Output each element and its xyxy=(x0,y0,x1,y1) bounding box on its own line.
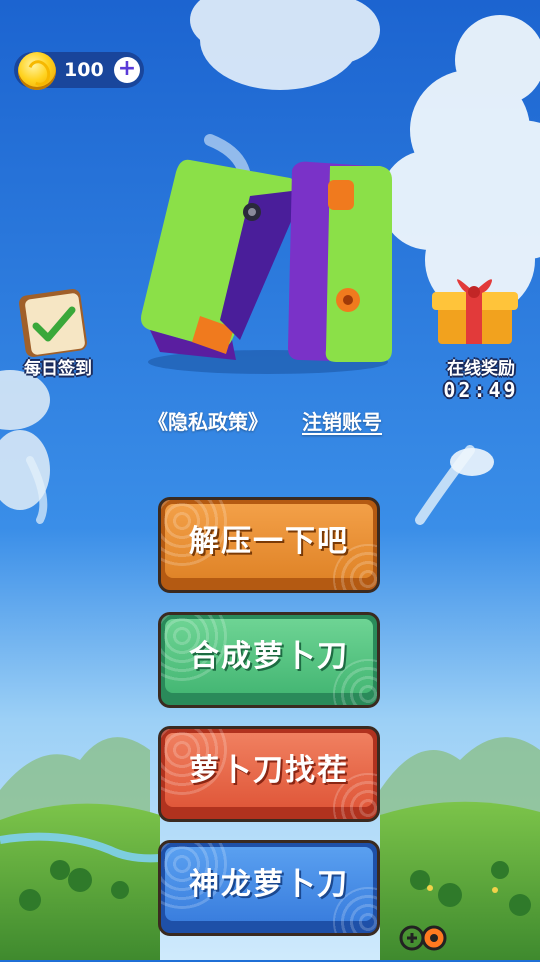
cancel-account-link[interactable]: 注销账号 xyxy=(302,406,382,435)
find-difference-button[interactable]: 萝卜刀找茬 xyxy=(158,726,380,822)
watermark-icon xyxy=(399,925,447,951)
add-coins-button[interactable]: + xyxy=(114,57,140,83)
site-watermark-logo xyxy=(398,918,540,958)
daily-sign-in-button[interactable]: 每日签到 xyxy=(8,284,108,384)
online-reward-label: 在线奖励 xyxy=(447,359,515,379)
find-difference-label: 萝卜刀找茬 xyxy=(189,753,349,788)
dragon-knife-button[interactable]: 神龙萝卜刀 xyxy=(158,840,380,936)
dragon-knife-label: 神龙萝卜刀 xyxy=(189,867,349,902)
relax-mode-label: 解压一下吧 xyxy=(189,524,349,559)
legal-links: 《隐私政策》 注销账号 xyxy=(0,406,540,438)
daily-sign-in-label: 每日签到 xyxy=(24,359,92,379)
gold-coin-icon xyxy=(18,52,56,90)
online-reward-button[interactable]: 在线奖励 02:49 xyxy=(426,280,536,406)
merge-knife-button[interactable]: 合成萝卜刀 xyxy=(158,612,380,708)
merge-knife-label: 合成萝卜刀 xyxy=(189,639,349,674)
coin-count: 100 xyxy=(64,59,104,81)
online-reward-timer: 02:49 xyxy=(443,378,519,402)
relax-mode-button[interactable]: 解压一下吧 xyxy=(158,497,380,593)
privacy-policy-link[interactable]: 《隐私政策》 xyxy=(148,406,268,435)
